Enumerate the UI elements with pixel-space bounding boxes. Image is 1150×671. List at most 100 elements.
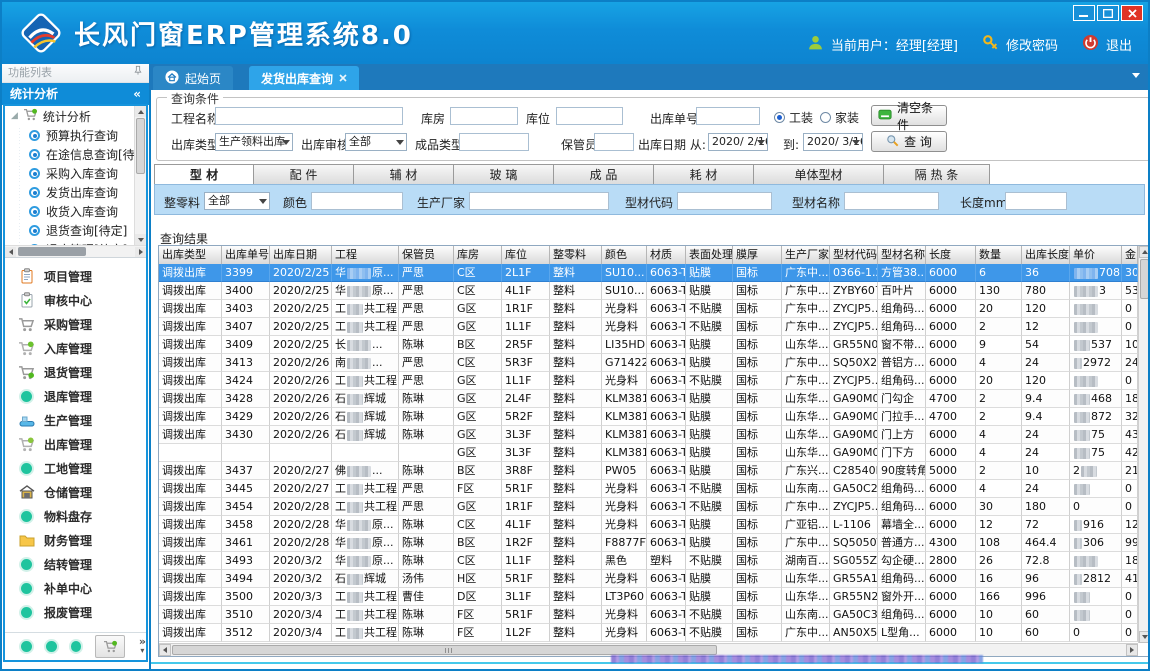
table-cell[interactable]: 国标 — [733, 624, 782, 642]
table-cell[interactable]: 山东南... — [782, 480, 830, 498]
table-cell[interactable]: 组角码... — [878, 300, 926, 318]
column-header-1[interactable]: 出库单号 — [222, 246, 270, 264]
table-cell[interactable] — [1070, 552, 1122, 570]
tree-root-node[interactable]: ◢ 统计分析 — [5, 106, 146, 126]
table-cell[interactable]: 南... — [332, 354, 399, 372]
material-tab-2[interactable]: 辅 材 — [354, 164, 454, 185]
table-cell[interactable]: 2020/2/28 — [270, 534, 332, 552]
table-cell[interactable]: 241 — [1122, 354, 1138, 372]
material-tab-4[interactable]: 成 品 — [554, 164, 654, 185]
table-cell[interactable]: 国标 — [733, 570, 782, 588]
table-cell[interactable]: 3428 — [222, 390, 270, 408]
material-tab-0[interactable]: 型 材 — [154, 164, 254, 185]
table-cell[interactable]: 1R1F — [502, 498, 550, 516]
table-cell[interactable]: 6063-T5 — [647, 300, 686, 318]
table-cell[interactable]: C区 — [454, 516, 502, 534]
table-cell[interactable]: 6063-T5 — [647, 282, 686, 300]
grid-vertical-scrollbar[interactable] — [1138, 246, 1150, 643]
table-cell[interactable]: 严思 — [399, 282, 454, 300]
table-cell[interactable]: 3L3F — [502, 426, 550, 444]
table-cell[interactable]: 调拨出库 — [159, 588, 222, 606]
table-cell[interactable]: B区 — [454, 534, 502, 552]
table-row-15[interactable]: 调拨出库34612020/2/28华原...陈琳B区1R2F整料F8877FT6… — [159, 534, 1138, 552]
table-cell[interactable]: ZYCJP5... — [830, 498, 878, 516]
material-tab-7[interactable]: 隔 热 条 — [884, 164, 990, 185]
table-cell[interactable]: 不贴膜 — [686, 372, 733, 390]
table-cell[interactable]: 整料 — [550, 426, 602, 444]
table-cell[interactable]: 整料 — [550, 516, 602, 534]
table-cell[interactable]: 24 — [1022, 354, 1070, 372]
column-header-16[interactable]: 数量 — [976, 246, 1022, 264]
table-cell[interactable]: 4L1F — [502, 282, 550, 300]
table-cell[interactable]: 调拨出库 — [159, 570, 222, 588]
table-row-1[interactable]: 调拨出库34002020/2/25华原...严思C区4L1F整料SU10...6… — [159, 282, 1138, 300]
table-cell[interactable]: 3L1F — [502, 588, 550, 606]
table-cell[interactable]: 26 — [976, 552, 1022, 570]
table-cell[interactable]: 5R1F — [502, 606, 550, 624]
table-cell[interactable]: 3494 — [222, 570, 270, 588]
table-cell[interactable]: 国标 — [733, 318, 782, 336]
table-cell[interactable]: 国标 — [733, 552, 782, 570]
table-cell[interactable]: SQ50X2... — [830, 354, 878, 372]
table-cell[interactable]: 1L1F — [502, 552, 550, 570]
table-cell[interactable]: 5R2F — [502, 408, 550, 426]
table-cell[interactable]: 6063-T5 — [647, 534, 686, 552]
table-cell[interactable]: 广东中... — [782, 534, 830, 552]
sidebar-item-4[interactable]: 退货管理 — [5, 360, 146, 384]
table-cell[interactable]: 整料 — [550, 336, 602, 354]
table-cell[interactable]: 整料 — [550, 552, 602, 570]
table-cell[interactable]: 3493 — [222, 552, 270, 570]
table-cell[interactable]: 75 — [1070, 426, 1122, 444]
table-row-12[interactable]: 调拨出库34452020/2/27工共工程严思F区5R1F整料光身料6063-T… — [159, 480, 1138, 498]
table-cell[interactable]: 308 — [1122, 264, 1138, 282]
table-cell[interactable] — [1070, 372, 1122, 390]
table-cell[interactable]: 3461 — [222, 534, 270, 552]
table-cell[interactable] — [1070, 606, 1122, 624]
table-cell[interactable]: 陈琳 — [399, 390, 454, 408]
table-cell[interactable]: 调拨出库 — [159, 606, 222, 624]
table-cell[interactable]: 普通方... — [878, 534, 926, 552]
table-cell[interactable]: 长... — [332, 336, 399, 354]
table-cell[interactable]: 2020/2/25 — [270, 300, 332, 318]
table-cell[interactable]: 5R3F — [502, 354, 550, 372]
table-cell[interactable]: 6 — [976, 264, 1022, 282]
table-cell[interactable]: 调拨出库 — [159, 552, 222, 570]
table-cell[interactable]: 曹佳 — [399, 588, 454, 606]
table-cell[interactable]: 6063-T5 — [647, 588, 686, 606]
table-cell[interactable]: 5000 — [926, 462, 976, 480]
table-cell[interactable]: 5R1F — [502, 480, 550, 498]
table-cell[interactable]: 1R2F — [502, 534, 550, 552]
tab-shipping-outbound-query[interactable]: 发货出库查询 — [249, 66, 359, 90]
table-cell[interactable]: 严思 — [399, 498, 454, 516]
table-cell[interactable]: 60 — [1022, 624, 1070, 642]
table-cell[interactable]: 不贴膜 — [686, 624, 733, 642]
table-cell[interactable]: 黑色 — [602, 552, 647, 570]
table-cell[interactable]: 调拨出库 — [159, 624, 222, 642]
table-cell[interactable]: 6000 — [926, 336, 976, 354]
sidebar-item-9[interactable]: 仓储管理 — [5, 480, 146, 504]
table-cell[interactable]: 2L4F — [502, 390, 550, 408]
table-cell[interactable]: 0 — [1122, 318, 1138, 336]
table-cell[interactable]: 6000 — [926, 426, 976, 444]
table-cell[interactable]: 工共工程 — [332, 588, 399, 606]
table-cell[interactable]: 整料 — [550, 498, 602, 516]
table-cell[interactable]: 陈琳 — [399, 606, 454, 624]
table-cell[interactable]: 10 — [1022, 462, 1070, 480]
table-cell[interactable]: 6063-T5 — [647, 408, 686, 426]
table-row-9[interactable]: 调拨出库34302020/2/26石辉城陈琳G区3L3F整料KLM3817606… — [159, 426, 1138, 444]
table-cell[interactable]: 国标 — [733, 498, 782, 516]
table-cell[interactable]: 国标 — [733, 336, 782, 354]
table-cell[interactable]: GA50C37 — [830, 606, 878, 624]
table-cell[interactable]: 537 — [1070, 336, 1122, 354]
table-cell[interactable]: 423 — [1122, 444, 1138, 462]
table-cell[interactable]: 不贴膜 — [686, 606, 733, 624]
table-cell[interactable]: 贴膜 — [686, 516, 733, 534]
table-cell[interactable]: 调拨出库 — [159, 354, 222, 372]
table-cell[interactable]: D区 — [454, 588, 502, 606]
table-cell[interactable]: 整料 — [550, 408, 602, 426]
table-cell[interactable]: 10 — [976, 606, 1022, 624]
table-cell[interactable]: 石辉城 — [332, 408, 399, 426]
table-cell[interactable]: 2020/2/25 — [270, 264, 332, 282]
table-cell[interactable] — [159, 444, 222, 462]
column-header-3[interactable]: 工程 — [332, 246, 399, 264]
